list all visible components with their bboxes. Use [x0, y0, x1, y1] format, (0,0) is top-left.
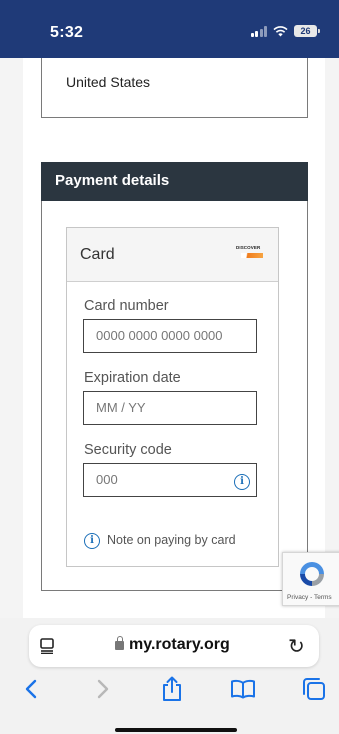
forward-button[interactable]	[88, 674, 118, 704]
status-icons: 26	[250, 25, 320, 37]
reload-icon[interactable]: ↻	[288, 634, 305, 659]
tabs-button[interactable]	[299, 674, 329, 704]
recaptcha-icon	[300, 562, 324, 586]
page-menu-icon[interactable]	[40, 638, 54, 654]
wifi-icon	[273, 25, 288, 36]
address-country: United States	[66, 74, 151, 90]
card-panel-header: Card DISCOVER	[67, 228, 278, 282]
security-code-input[interactable]: 000	[83, 463, 257, 497]
payment-details-header: Payment details	[41, 162, 308, 201]
recaptcha-privacy-terms[interactable]: Privacy - Terms	[287, 594, 332, 601]
card-header-label: Card	[80, 246, 115, 263]
expiration-date-input[interactable]: MM / YY	[83, 391, 257, 425]
expiration-date-label: Expiration date	[84, 370, 181, 386]
tabs-icon	[303, 678, 325, 700]
address-summary-box: United States	[41, 58, 308, 118]
status-bar: 5:32 26	[0, 0, 339, 58]
status-time: 5:32	[50, 24, 84, 41]
back-button[interactable]	[16, 674, 46, 704]
security-code-label: Security code	[84, 442, 172, 458]
chevron-right-icon	[97, 679, 109, 699]
payment-details-title: Payment details	[55, 172, 170, 189]
battery-icon: 26	[294, 25, 320, 37]
url-text: my.rotary.org	[129, 636, 230, 653]
discover-logo: DISCOVER	[236, 245, 264, 261]
note-info-icon[interactable]: i	[84, 533, 100, 549]
bookmarks-button[interactable]	[228, 674, 258, 704]
card-number-label: Card number	[84, 298, 169, 314]
lock-icon	[115, 636, 124, 650]
share-button[interactable]	[157, 674, 187, 704]
signal-icon	[250, 25, 267, 37]
book-icon	[231, 679, 255, 699]
recaptcha-badge[interactable]: Privacy - Terms	[282, 552, 339, 606]
discover-brand-text: DISCOVER	[236, 245, 261, 250]
share-icon	[163, 676, 181, 701]
home-indicator	[115, 728, 237, 732]
address-bar[interactable]: my.rotary.org ↻	[29, 625, 319, 667]
browser-toolbar: my.rotary.org ↻	[0, 618, 339, 734]
card-number-input[interactable]: 0000 0000 0000 0000	[83, 319, 257, 353]
security-code-info-icon[interactable]: i	[234, 474, 250, 490]
card-note-link[interactable]: Note on paying by card	[107, 533, 236, 547]
chevron-left-icon	[25, 679, 37, 699]
